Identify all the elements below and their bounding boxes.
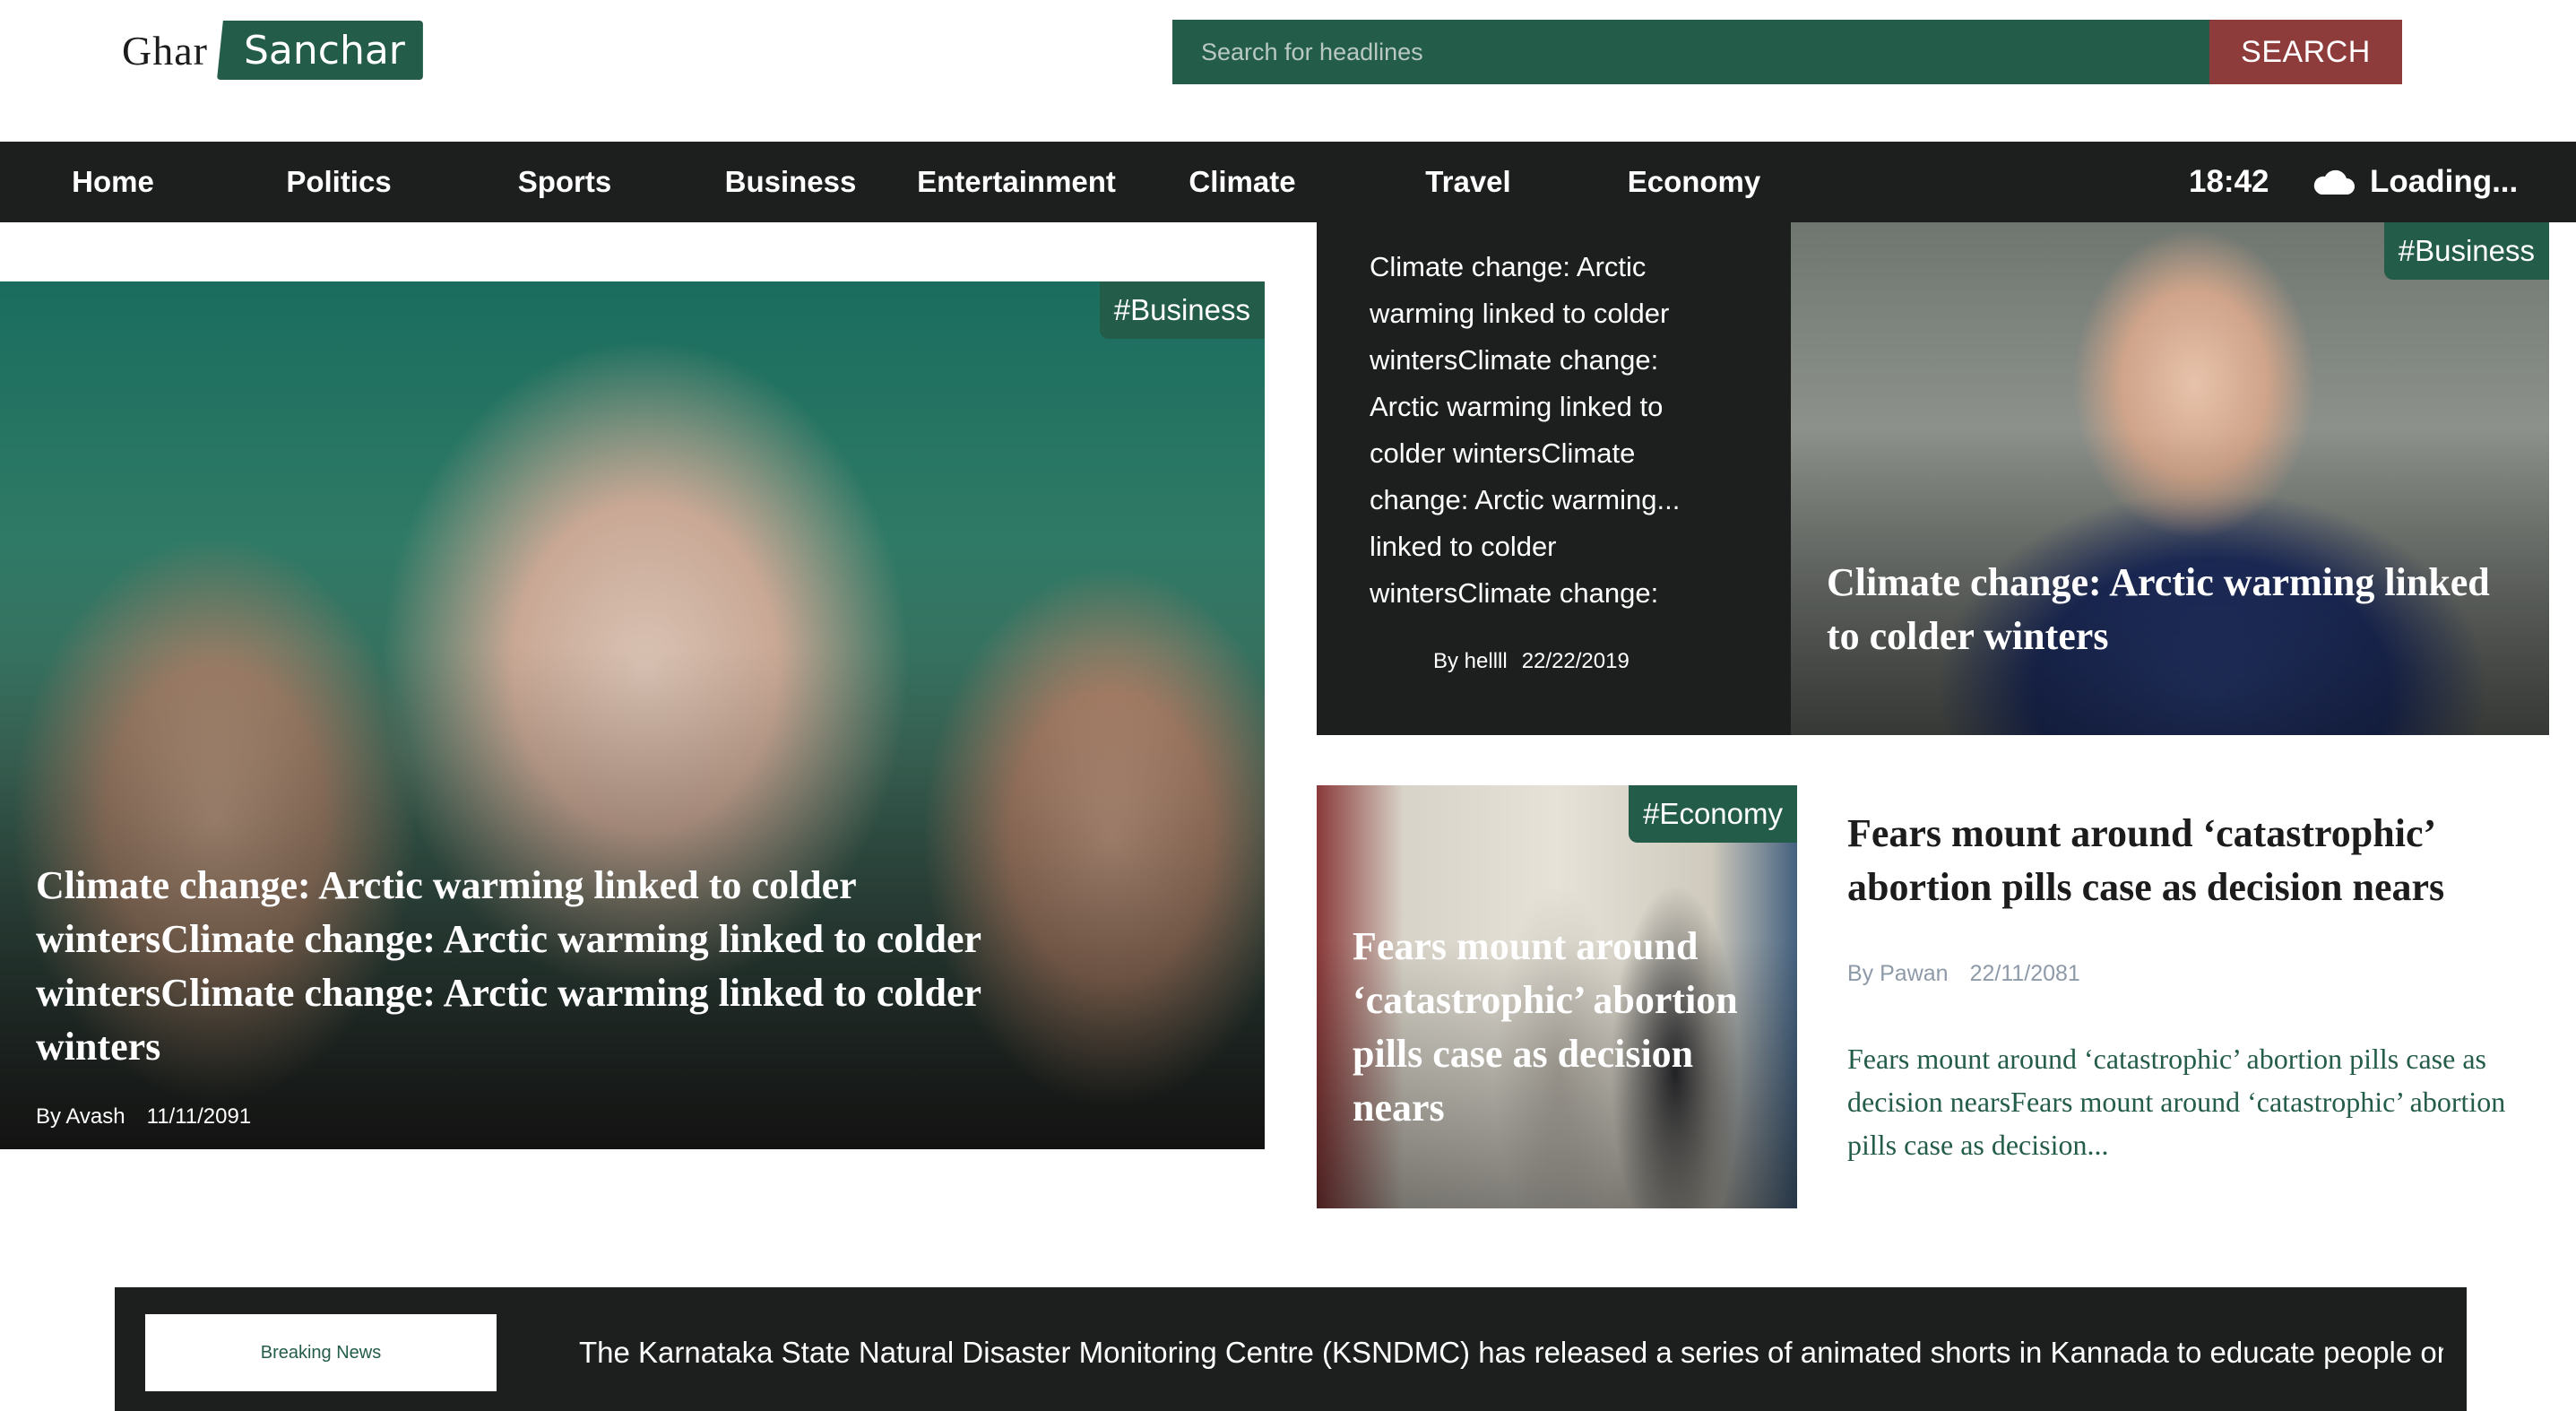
economy-story-card[interactable]: #Economy Fears mount around ‘catastrophi… (1317, 785, 1797, 1208)
category-tag[interactable]: #Business (1099, 281, 1265, 339)
breaking-news-text[interactable]: The Karnataka State Natural Disaster Mon… (579, 1314, 2443, 1391)
breaking-news-bar: Breaking News The Karnataka State Natura… (115, 1287, 2467, 1411)
category-tag[interactable]: #Economy (1629, 785, 1797, 843)
cloud-icon (2313, 169, 2355, 195)
logo-text-sanchar: Sanchar (216, 21, 423, 80)
article-summary: Fears mount around ‘catastrophic’ aborti… (1847, 807, 2546, 1166)
author: By Avash (36, 1104, 125, 1129)
date: 11/11/2091 (146, 1104, 252, 1129)
search-input[interactable] (1172, 20, 2209, 84)
weather-widget: Loading... (2311, 142, 2518, 222)
feature-byline: By Avash 11/11/2091 (36, 1104, 251, 1130)
nav-item-entertainment[interactable]: Entertainment (903, 142, 1129, 222)
site-logo[interactable]: Ghar Sanchar (122, 20, 423, 81)
nav-item-travel[interactable]: Travel (1355, 142, 1581, 222)
author: By hellll (1433, 649, 1508, 673)
feature-story[interactable]: #Business Climate change: Arctic warming… (0, 281, 1265, 1149)
date: 22/11/2081 (1969, 961, 2080, 986)
story-text: Climate change: Arctic warming linked to… (1370, 251, 1681, 609)
search-bar: SEARCH (1172, 20, 2402, 84)
nav-item-sports[interactable]: Sports (452, 142, 678, 222)
category-tag[interactable]: #Business (2383, 222, 2549, 280)
nav-item-economy[interactable]: Economy (1581, 142, 1807, 222)
nav-item-climate[interactable]: Climate (1129, 142, 1355, 222)
article-excerpt[interactable]: Fears mount around ‘catastrophic’ aborti… (1847, 1037, 2546, 1166)
image-story-headline[interactable]: Climate change: Arctic warming linked to… (1827, 556, 2490, 663)
clock-time: 18:42 (2189, 164, 2269, 199)
author: By Pawan (1847, 961, 1949, 986)
date: 22/22/2019 (1521, 649, 1629, 673)
text-story-card[interactable]: Climate change: Arctic warming linked to… (1317, 222, 1791, 735)
weather-status: Loading... (2370, 164, 2519, 199)
economy-story-headline[interactable]: Fears mount around ‘catastrophic’ aborti… (1353, 920, 1774, 1135)
main-nav: Home Politics Sports Business Entertainm… (0, 142, 2576, 222)
image-story-card[interactable]: #Business Climate change: Arctic warming… (1791, 222, 2549, 735)
nav-item-business[interactable]: Business (678, 142, 903, 222)
breaking-news-label: Breaking News (145, 1314, 497, 1391)
logo-text-ghar: Ghar (122, 27, 208, 74)
nav-item-home[interactable]: Home (0, 142, 226, 222)
article-byline: By Pawan 22/11/2081 (1847, 961, 2546, 987)
nav-item-politics[interactable]: Politics (226, 142, 452, 222)
feature-headline[interactable]: Climate change: Arctic warming linked to… (36, 859, 1040, 1074)
story-byline: By hellll 22/22/2019 (1433, 649, 1629, 674)
article-headline[interactable]: Fears mount around ‘catastrophic’ aborti… (1847, 807, 2546, 914)
search-button[interactable]: SEARCH (2209, 20, 2402, 84)
